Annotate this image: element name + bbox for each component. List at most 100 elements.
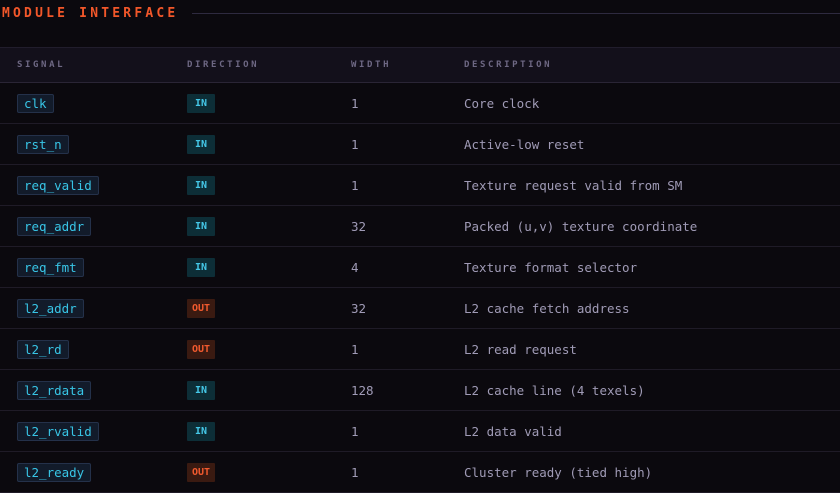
signal-name: l2_addr	[17, 298, 84, 318]
table-row: req_addr IN 32 Packed (u,v) texture coordin…	[0, 206, 840, 247]
width-cell: 32	[351, 288, 366, 328]
direction-badge: IN	[187, 175, 215, 195]
width-cell: 128	[351, 370, 374, 410]
table-header: SIGNAL DIRECTION WIDTH DESCRIPTION	[0, 47, 840, 83]
table-row: l2_rdata IN 128 L2 cache line (4 texels)	[0, 370, 840, 411]
description-text: Texture request valid from SM	[464, 177, 683, 193]
width-cell: 4	[351, 247, 359, 287]
description-text: L2 cache line (4 texels)	[464, 382, 645, 398]
table-body: clk IN 1 Core clock rst_n IN 1 Active-low reset…	[0, 83, 840, 493]
signal-name: clk	[17, 93, 54, 113]
width-value: 32	[351, 218, 367, 234]
width-cell: 1	[351, 165, 359, 205]
width-cell: 1	[351, 83, 359, 123]
description-text: Active-low reset	[464, 136, 585, 152]
direction-badge: IN	[187, 380, 215, 400]
direction-cell: OUT	[187, 452, 216, 492]
signal-cell: req_addr	[17, 206, 92, 246]
signal-name: req_fmt	[17, 257, 84, 277]
direction-cell: OUT	[187, 288, 216, 328]
direction-badge: OUT	[187, 462, 216, 482]
description-cell: L2 read request	[464, 329, 577, 369]
description-cell: Texture format selector	[464, 247, 637, 287]
table-row: l2_rd OUT 1 L2 read request	[0, 329, 840, 370]
direction-cell: IN	[187, 370, 215, 410]
signal-name: req_addr	[17, 216, 92, 236]
signal-cell: l2_rvalid	[17, 411, 99, 451]
signal-name: l2_rvalid	[17, 421, 99, 441]
header-direction: DIRECTION	[187, 60, 260, 70]
header-width: WIDTH	[351, 60, 392, 70]
description-cell: L2 cache fetch address	[464, 288, 630, 328]
width-cell: 1	[351, 411, 359, 451]
description-cell: Cluster ready (tied high)	[464, 452, 652, 492]
description-cell: L2 cache line (4 texels)	[464, 370, 645, 410]
direction-cell: OUT	[187, 329, 216, 369]
description-cell: Active-low reset	[464, 124, 584, 164]
direction-cell: IN	[187, 206, 215, 246]
description-text: Cluster ready (tied high)	[464, 464, 653, 480]
direction-badge: IN	[187, 134, 215, 154]
direction-cell: IN	[187, 83, 215, 123]
signal-name: l2_ready	[17, 462, 92, 482]
section-header: MODULE INTERFACE	[0, 0, 840, 26]
width-value: 1	[351, 464, 359, 480]
table-row: req_valid IN 1 Texture request valid from S…	[0, 165, 840, 206]
direction-cell: IN	[187, 247, 215, 287]
description-cell: L2 data valid	[464, 411, 562, 451]
header-description: DESCRIPTION	[464, 60, 553, 70]
signal-cell: l2_rd	[17, 329, 69, 369]
signal-name: req_valid	[17, 175, 99, 195]
direction-badge: IN	[187, 216, 215, 236]
description-cell: Texture request valid from SM	[464, 165, 682, 205]
table-row: req_fmt IN 4 Texture format selector	[0, 247, 840, 288]
width-value: 4	[351, 259, 359, 275]
table-row: l2_ready OUT 1 Cluster ready (tied high)	[0, 452, 840, 493]
width-value: 1	[351, 423, 359, 439]
direction-cell: IN	[187, 124, 215, 164]
signal-cell: l2_ready	[17, 452, 92, 492]
signal-name: l2_rdata	[17, 380, 92, 400]
direction-badge: IN	[187, 421, 215, 441]
width-value: 1	[351, 136, 359, 152]
signal-cell: clk	[17, 83, 54, 123]
width-cell: 1	[351, 329, 359, 369]
interface-table: SIGNAL DIRECTION WIDTH DESCRIPTION clk IN…	[0, 47, 840, 493]
width-value: 1	[351, 95, 359, 111]
table-row: rst_n IN 1 Active-low reset	[0, 124, 840, 165]
signal-cell: req_fmt	[17, 247, 84, 287]
section-title: MODULE INTERFACE	[2, 5, 179, 21]
signal-cell: req_valid	[17, 165, 99, 205]
description-text: Packed (u,v) texture coordinate	[464, 218, 698, 234]
direction-badge: OUT	[187, 298, 216, 318]
direction-badge: IN	[187, 257, 215, 277]
description-text: L2 cache fetch address	[464, 300, 630, 316]
description-cell: Packed (u,v) texture coordinate	[464, 206, 697, 246]
width-value: 1	[351, 177, 359, 193]
description-text: Core clock	[464, 95, 540, 111]
description-text: L2 data valid	[464, 423, 562, 439]
header-signal: SIGNAL	[17, 60, 66, 70]
width-value: 128	[351, 382, 374, 398]
table-row: clk IN 1 Core clock	[0, 83, 840, 124]
width-value: 32	[351, 300, 367, 316]
direction-cell: IN	[187, 165, 215, 205]
signal-cell: l2_rdata	[17, 370, 92, 410]
direction-badge: IN	[187, 93, 215, 113]
table-row: l2_addr OUT 32 L2 cache fetch address	[0, 288, 840, 329]
signal-cell: l2_addr	[17, 288, 84, 328]
width-cell: 1	[351, 452, 359, 492]
direction-cell: IN	[187, 411, 215, 451]
width-cell: 32	[351, 206, 366, 246]
description-text: Texture format selector	[464, 259, 638, 275]
width-cell: 1	[351, 124, 359, 164]
description-cell: Core clock	[464, 83, 539, 123]
header-divider	[192, 12, 840, 14]
table-row: l2_rvalid IN 1 L2 data valid	[0, 411, 840, 452]
signal-name: l2_rd	[17, 339, 69, 359]
width-value: 1	[351, 341, 359, 357]
signal-cell: rst_n	[17, 124, 69, 164]
signal-name: rst_n	[17, 134, 69, 154]
description-text: L2 read request	[464, 341, 577, 357]
direction-badge: OUT	[187, 339, 216, 359]
